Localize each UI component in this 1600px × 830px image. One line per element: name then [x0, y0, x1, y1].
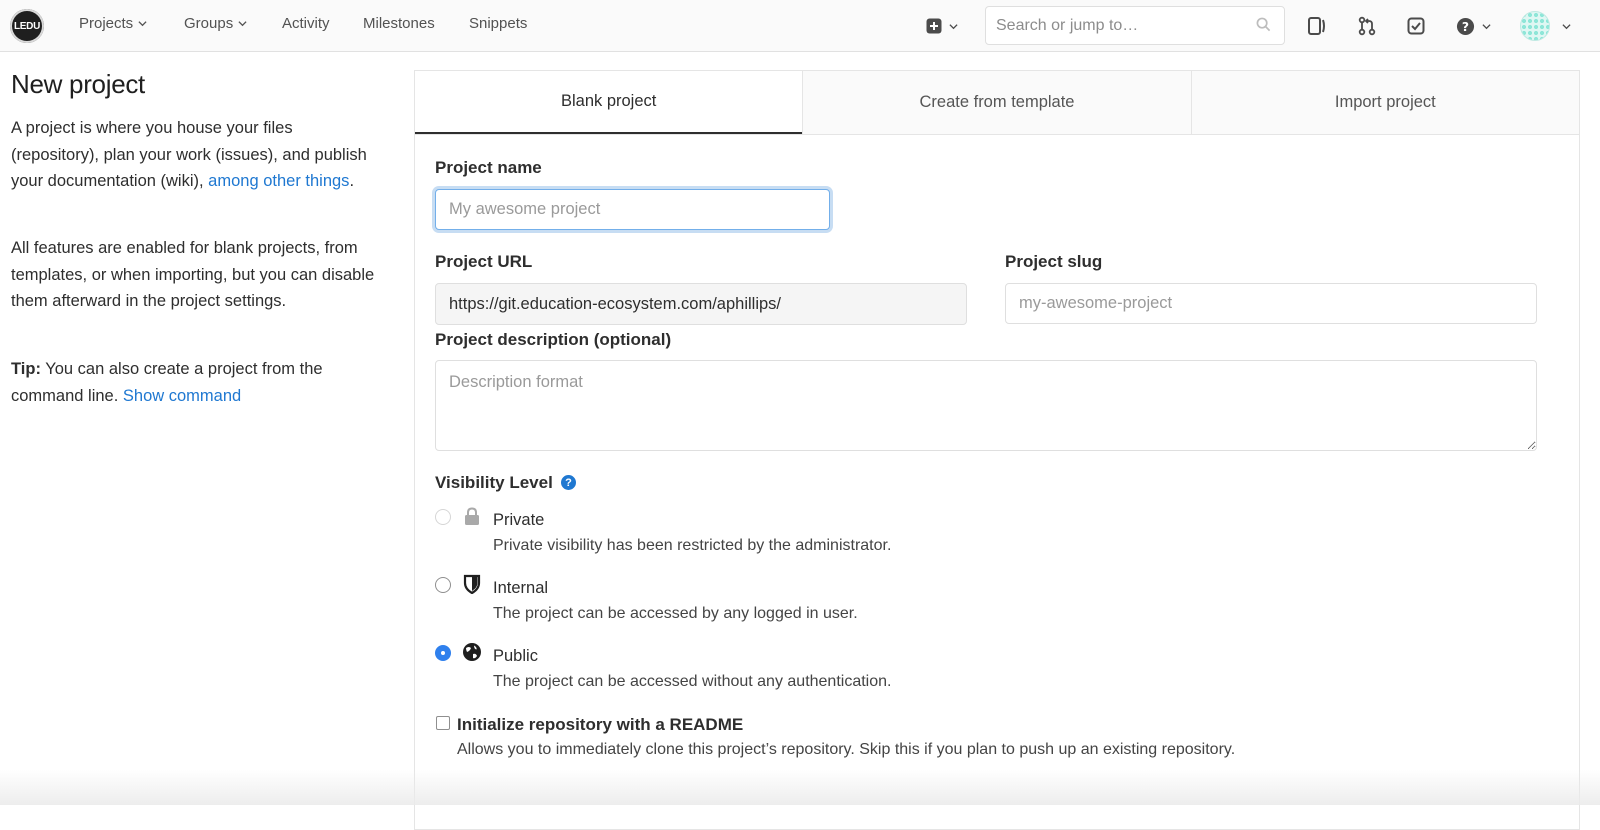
visibility-private-desc: Private visibility has been restricted b…: [493, 537, 892, 554]
project-url-field[interactable]: [435, 283, 967, 325]
sidebar-toggle-icon: [1308, 17, 1325, 35]
project-slug-label: Project slug: [1005, 252, 1103, 271]
question-circle-icon: ?: [1456, 17, 1475, 35]
nav-projects[interactable]: Projects: [79, 15, 147, 32]
project-slug-input[interactable]: [1005, 283, 1537, 324]
svg-text:?: ?: [1462, 19, 1469, 33]
project-name-input[interactable]: [435, 189, 830, 230]
new-item-dropdown[interactable]: [926, 14, 958, 38]
project-url-label: Project URL: [435, 252, 533, 271]
merge-request-icon: [1358, 16, 1376, 36]
logo-text: LEDU: [13, 20, 41, 32]
tab-create-from-template[interactable]: Create from template: [802, 71, 1191, 134]
visibility-level-label: Visibility Level: [435, 473, 553, 492]
among-other-things-link[interactable]: among other things: [208, 172, 349, 190]
visibility-internal-desc: The project can be accessed by any logge…: [493, 605, 858, 622]
readme-desc: Allows you to immediately clone this pro…: [457, 741, 1236, 758]
nav-activity[interactable]: Activity: [282, 15, 330, 32]
globe-icon: [463, 643, 481, 661]
project-description-textarea[interactable]: [435, 360, 1537, 451]
sidebar-toggle-button[interactable]: [1308, 14, 1326, 38]
nav-milestones[interactable]: Milestones: [363, 15, 435, 32]
search-icon: [1256, 17, 1271, 32]
top-navbar: LEDU Projects Groups Activity Milestones…: [0, 0, 1600, 52]
tab-import-project[interactable]: Import project: [1190, 71, 1579, 134]
tab-blank-project[interactable]: Blank project: [415, 71, 803, 134]
plus-square-icon: [926, 18, 942, 34]
visibility-private-title: Private: [493, 511, 545, 529]
nav-groups-label: Groups: [184, 15, 234, 32]
user-avatar[interactable]: [1520, 11, 1550, 41]
nav-projects-label: Projects: [79, 15, 134, 32]
visibility-private-radio[interactable]: [435, 509, 451, 525]
intro-end: .: [349, 172, 355, 190]
show-command-link[interactable]: Show command: [123, 387, 241, 405]
visibility-public-desc: The project can be accessed without any …: [493, 673, 892, 690]
help-dropdown[interactable]: ?: [1456, 14, 1491, 38]
chevron-down-icon: [138, 21, 147, 27]
visibility-help-icon[interactable]: ?: [561, 475, 576, 490]
project-description-label: Project description (optional): [435, 330, 672, 349]
visibility-internal-title: Internal: [493, 579, 549, 597]
features-paragraph: All features are enabled for blank proje…: [11, 239, 375, 310]
project-tabs: Blank project Create from template Impor…: [415, 71, 1579, 135]
chevron-down-icon[interactable]: [1562, 22, 1571, 31]
readme-label[interactable]: Initialize repository with a README: [457, 715, 743, 735]
nav-snippets[interactable]: Snippets: [469, 15, 527, 32]
tip-label: Tip:: [11, 360, 41, 378]
todos-button[interactable]: [1407, 14, 1425, 38]
tip-paragraph: Tip: You can also create a project from …: [11, 356, 376, 409]
readme-checkbox[interactable]: [436, 716, 450, 730]
merge-requests-button[interactable]: [1358, 14, 1376, 38]
chevron-down-icon: [1482, 23, 1491, 29]
visibility-public-title: Public: [493, 647, 538, 665]
visibility-internal-radio[interactable]: [435, 577, 451, 593]
intro-paragraph: A project is where you house your files …: [11, 115, 376, 195]
chevron-down-icon: [238, 21, 247, 27]
nav-groups[interactable]: Groups: [184, 15, 247, 32]
page-title: New project: [11, 69, 145, 99]
ledu-logo[interactable]: LEDU: [10, 9, 44, 43]
chevron-down-icon: [949, 23, 958, 29]
todo-check-icon: [1407, 17, 1425, 35]
visibility-public-radio[interactable]: [435, 645, 451, 661]
search-input[interactable]: [985, 6, 1285, 45]
shield-icon: [463, 574, 481, 594]
new-project-panel: Blank project Create from template Impor…: [414, 70, 1580, 830]
lock-icon: [465, 507, 479, 525]
project-name-label: Project name: [435, 158, 542, 177]
